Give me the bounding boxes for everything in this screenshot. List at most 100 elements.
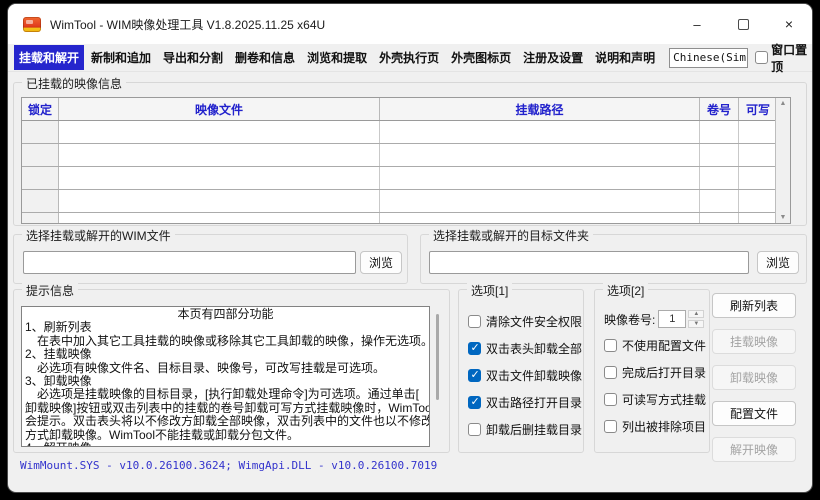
table-row[interactable] bbox=[22, 144, 790, 167]
table-row[interactable] bbox=[22, 167, 790, 190]
option-dblclick-file-unmount[interactable]: 双击文件卸载映像 bbox=[468, 368, 582, 382]
col-mount-path[interactable]: 挂载路径 bbox=[380, 98, 700, 120]
app-window: WimTool - WIM映像处理工具 V1.8.2025.11.25 x64U… bbox=[8, 4, 812, 492]
checkbox-icon[interactable] bbox=[755, 51, 768, 64]
scroll-up-icon[interactable]: ▲ bbox=[780, 100, 787, 107]
hint-scrollbar-thumb[interactable] bbox=[436, 314, 439, 400]
option-mount-readwrite[interactable]: 可读写方式挂载 bbox=[604, 392, 706, 406]
wim-file-input[interactable] bbox=[23, 251, 356, 274]
volume-spinner: ▲ ▼ bbox=[688, 310, 704, 328]
row-header-cell[interactable] bbox=[22, 190, 59, 212]
mount-image-button[interactable]: 挂载映像 bbox=[712, 329, 796, 354]
target-folder-input[interactable] bbox=[429, 251, 749, 274]
cell-volume[interactable] bbox=[700, 213, 739, 224]
cell-mount-path[interactable] bbox=[380, 144, 700, 166]
scroll-down-icon[interactable]: ▼ bbox=[780, 214, 787, 221]
option-no-config-file[interactable]: 不使用配置文件 bbox=[604, 338, 706, 352]
checkbox-icon[interactable] bbox=[604, 420, 617, 433]
mounted-images-group: 已挂载的映像信息 锁定 映像文件 挂载路径 卷号 可写 ▲ ▼ bbox=[13, 82, 807, 226]
checkbox-icon[interactable] bbox=[468, 315, 481, 328]
tab-register-settings[interactable]: 注册及设置 bbox=[518, 45, 588, 70]
row-header-cell[interactable] bbox=[22, 167, 59, 189]
col-image-file[interactable]: 映像文件 bbox=[59, 98, 380, 120]
options2-group: 选项[2] 映像卷号: 1 ▲ ▼ 不使用配置文件 完成后打开目录 可读写方式挂… bbox=[594, 289, 710, 453]
col-writable[interactable]: 可写 bbox=[739, 98, 777, 120]
cell-writable[interactable] bbox=[739, 167, 777, 189]
title-bar[interactable]: WimTool - WIM映像处理工具 V1.8.2025.11.25 x64U… bbox=[8, 4, 812, 44]
cell-image-file[interactable] bbox=[59, 190, 380, 212]
tab-shell-exec[interactable]: 外壳执行页 bbox=[374, 45, 444, 70]
close-button[interactable]: × bbox=[766, 4, 812, 44]
cell-writable[interactable] bbox=[739, 213, 777, 224]
row-header-cell[interactable] bbox=[22, 121, 59, 143]
table-row[interactable] bbox=[22, 190, 790, 213]
col-volume[interactable]: 卷号 bbox=[700, 98, 739, 120]
option-delete-mount-dir[interactable]: 卸载后删挂载目录 bbox=[468, 422, 582, 436]
checkbox-icon[interactable] bbox=[604, 393, 617, 406]
target-folder-group: 选择挂载或解开的目标文件夹 浏览 bbox=[420, 234, 807, 284]
cell-volume[interactable] bbox=[700, 144, 739, 166]
volume-number-input[interactable]: 1 bbox=[658, 310, 686, 328]
maximize-icon bbox=[738, 19, 749, 30]
row-header-cell[interactable] bbox=[22, 213, 59, 224]
table-header[interactable]: 锁定 映像文件 挂载路径 卷号 可写 bbox=[22, 98, 790, 121]
minimize-button[interactable]: – bbox=[674, 4, 720, 44]
option-label: 双击文件卸载映像 bbox=[486, 367, 582, 384]
cell-volume[interactable] bbox=[700, 167, 739, 189]
cell-writable[interactable] bbox=[739, 121, 777, 143]
table-row[interactable] bbox=[22, 213, 790, 224]
cell-image-file[interactable] bbox=[59, 121, 380, 143]
maximize-button[interactable] bbox=[720, 4, 766, 44]
option-clear-acl[interactable]: 清除文件安全权限 bbox=[468, 314, 582, 328]
language-select[interactable]: Chinese(Simp ∨ bbox=[669, 48, 748, 68]
row-header-cell[interactable] bbox=[22, 144, 59, 166]
hint-line: 在表中加入其它工具挂载的映像或移除其它工具卸载的映像，操作无选项。 bbox=[25, 335, 426, 348]
cell-mount-path[interactable] bbox=[380, 213, 700, 224]
tab-browse-extract[interactable]: 浏览和提取 bbox=[302, 45, 372, 70]
option-open-dir-after[interactable]: 完成后打开目录 bbox=[604, 365, 706, 379]
table-row[interactable] bbox=[22, 121, 790, 144]
option-dblclick-header-unmount-all[interactable]: 双击表头卸载全部 bbox=[468, 341, 582, 355]
cell-mount-path[interactable] bbox=[380, 121, 700, 143]
hint-line: 2、挂载映像 bbox=[25, 348, 426, 361]
checkbox-icon[interactable] bbox=[468, 396, 481, 409]
tab-shell-icon[interactable]: 外壳图标页 bbox=[446, 45, 516, 70]
checkbox-icon[interactable] bbox=[604, 339, 617, 352]
unmount-image-button[interactable]: 卸载映像 bbox=[712, 365, 796, 390]
option-dblclick-path-open[interactable]: 双击路径打开目录 bbox=[468, 395, 582, 409]
tab-mount-unpack[interactable]: 挂载和解开 bbox=[14, 45, 84, 70]
spin-down-icon[interactable]: ▼ bbox=[688, 320, 704, 328]
spin-up-icon[interactable]: ▲ bbox=[688, 310, 704, 318]
topmost-checkbox-row[interactable]: 窗口置顶 bbox=[755, 41, 812, 75]
volume-number-label: 映像卷号: bbox=[604, 311, 655, 328]
unpack-image-button[interactable]: 解开映像 bbox=[712, 437, 796, 462]
refresh-list-button[interactable]: 刷新列表 bbox=[712, 293, 796, 318]
target-folder-browse-button[interactable]: 浏览 bbox=[757, 251, 799, 274]
cell-image-file[interactable] bbox=[59, 167, 380, 189]
config-file-button[interactable]: 配置文件 bbox=[712, 401, 796, 426]
tab-about[interactable]: 说明和声明 bbox=[590, 45, 660, 70]
checkbox-icon[interactable] bbox=[604, 366, 617, 379]
hint-textbox[interactable]: 本页有四部分功能 1、刷新列表 在表中加入其它工具挂载的映像或移除其它工具卸载的… bbox=[21, 306, 430, 447]
checkbox-icon[interactable] bbox=[468, 369, 481, 382]
wim-file-group-label: 选择挂载或解开的WIM文件 bbox=[22, 227, 175, 244]
checkbox-icon[interactable] bbox=[468, 342, 481, 355]
option-list-excluded[interactable]: 列出被排除项目 bbox=[604, 419, 706, 433]
tab-new-append[interactable]: 新制和追加 bbox=[86, 45, 156, 70]
cell-volume[interactable] bbox=[700, 190, 739, 212]
option-label: 完成后打开目录 bbox=[622, 364, 706, 381]
cell-image-file[interactable] bbox=[59, 144, 380, 166]
wim-file-browse-button[interactable]: 浏览 bbox=[360, 251, 402, 274]
checkbox-icon[interactable] bbox=[468, 423, 481, 436]
tab-delete-info[interactable]: 删卷和信息 bbox=[230, 45, 300, 70]
volume-number-row: 映像卷号: 1 ▲ ▼ bbox=[604, 310, 704, 328]
tab-export-split[interactable]: 导出和分割 bbox=[158, 45, 228, 70]
col-lock[interactable]: 锁定 bbox=[22, 98, 59, 120]
cell-image-file[interactable] bbox=[59, 213, 380, 224]
cell-writable[interactable] bbox=[739, 190, 777, 212]
cell-mount-path[interactable] bbox=[380, 190, 700, 212]
cell-mount-path[interactable] bbox=[380, 167, 700, 189]
cell-volume[interactable] bbox=[700, 121, 739, 143]
cell-writable[interactable] bbox=[739, 144, 777, 166]
table-scrollbar[interactable]: ▲ ▼ bbox=[775, 98, 790, 223]
